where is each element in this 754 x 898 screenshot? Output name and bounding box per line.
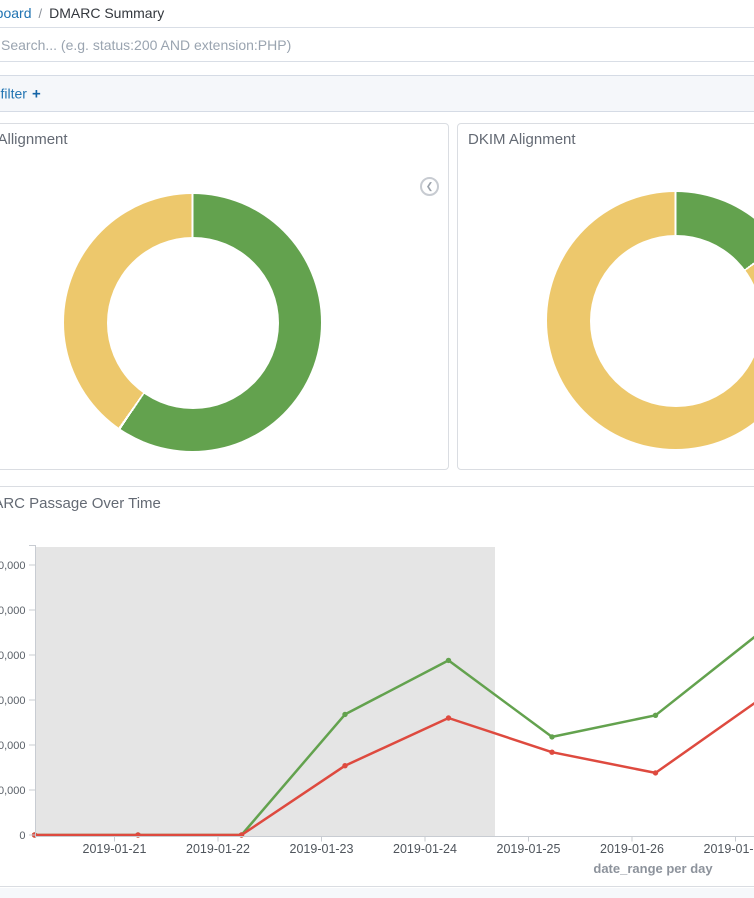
breadcrumb: Dashboard / DMARC Summary [0, 0, 754, 26]
svg-text:100,000: 100,000 [0, 740, 26, 752]
dmarc-line-chart[interactable]: 0 50,000 100,000 150,000 200,000 250,000 300,0… [0, 536, 754, 898]
dkim-donut-hole [590, 235, 754, 407]
svg-text:2019-01-22: 2019-01-22 [186, 842, 250, 856]
svg-text:250,000: 250,000 [0, 605, 26, 617]
svg-text:2019-01-24: 2019-01-24 [393, 842, 457, 856]
filter-bar: Add a filter + [0, 75, 754, 112]
spf-donut-hole [107, 237, 279, 409]
spf-donut-chart[interactable] [64, 194, 321, 451]
svg-text:300,000: 300,000 [0, 560, 26, 572]
svg-text:0: 0 [19, 830, 25, 842]
svg-text:200,000: 200,000 [0, 650, 26, 662]
breadcrumb-separator: / [39, 6, 43, 21]
bottom-strip [0, 888, 754, 898]
line-chart-svg: 0 50,000 100,000 150,000 200,000 250,000 300,0… [0, 536, 754, 898]
svg-text:2019-01-25: 2019-01-25 [497, 842, 561, 856]
spf-panel-title: SPF Allignment [0, 131, 68, 148]
dkim-panel-title: DKIM Alignment [468, 131, 576, 148]
legend-toggle-button[interactable]: ❮ [420, 177, 439, 196]
search-input[interactable] [0, 27, 754, 62]
svg-text:2019-01-23: 2019-01-23 [290, 842, 354, 856]
svg-text:date_range per day: date_range per day [593, 861, 713, 876]
breadcrumb-current-page: DMARC Summary [49, 5, 164, 21]
breadcrumb-dashboard-link[interactable]: Dashboard [0, 5, 32, 21]
svg-text:2019-01-21: 2019-01-21 [83, 842, 147, 856]
svg-text:2019-01-27: 2019-01-27 [704, 842, 754, 856]
svg-text:50,000: 50,000 [0, 785, 26, 797]
plus-icon[interactable]: + [32, 85, 41, 102]
svg-text:2019-01-26: 2019-01-26 [600, 842, 664, 856]
svg-text:150,000: 150,000 [0, 695, 26, 707]
add-filter-label[interactable]: Add a filter [0, 85, 27, 101]
line-panel-title: DMARC Passage Over Time [0, 495, 161, 512]
add-filter-link[interactable]: Add a filter + [0, 85, 41, 102]
dashboard-page: Dashboard / DMARC Summary Add a filter+ … [0, 0, 754, 898]
chevron-left-icon: ❮ [426, 181, 434, 192]
